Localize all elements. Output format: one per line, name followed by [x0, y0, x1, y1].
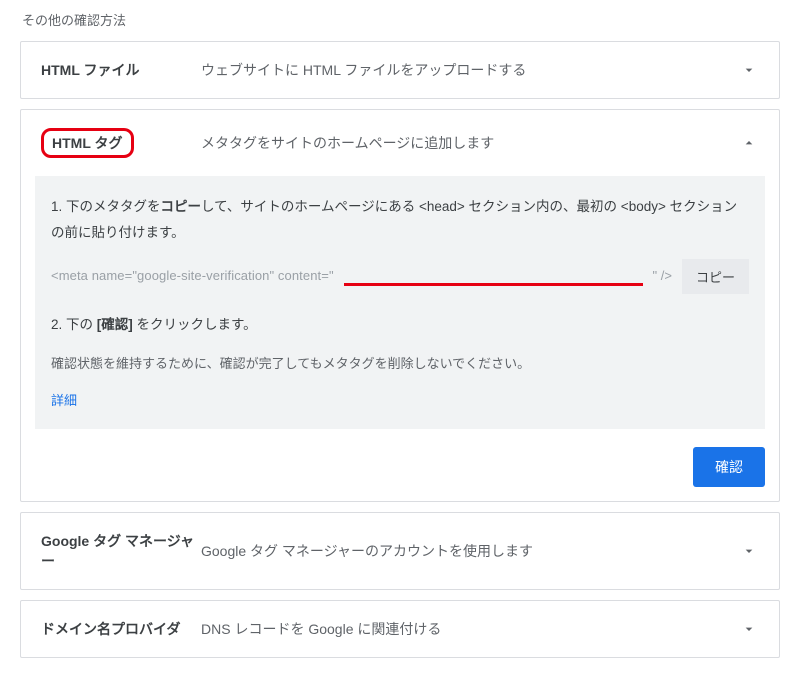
step2-text-a: 2. 下の	[51, 317, 97, 332]
details-link[interactable]: 詳細	[51, 389, 749, 414]
chevron-up-icon	[739, 133, 759, 153]
confirm-row: 確認	[21, 443, 779, 501]
panel-header-html-file[interactable]: HTML ファイル ウェブサイトに HTML ファイルをアップロードする	[21, 42, 779, 98]
panel-title: HTML ファイル	[41, 60, 201, 80]
step-1: 1. 下のメタタグをコピーして、サイトのホームページにある <head> セクシ…	[51, 194, 749, 245]
note-text: 確認状態を維持するために、確認が完了してもメタタグを削除しないでください。	[51, 352, 749, 377]
redline-icon	[344, 283, 643, 286]
panel-tag-manager: Google タグ マネージャー Google タグ マネージャーのアカウントを…	[20, 512, 780, 590]
panel-header-dns-provider[interactable]: ドメイン名プロバイダ DNS レコードを Google に関連付ける	[21, 601, 779, 657]
panel-body-html-tag: 1. 下のメタタグをコピーして、サイトのホームページにある <head> セクシ…	[35, 176, 765, 429]
panel-desc: ウェブサイトに HTML ファイルをアップロードする	[201, 60, 739, 80]
panel-dns-provider: ドメイン名プロバイダ DNS レコードを Google に関連付ける	[20, 600, 780, 658]
chevron-down-icon	[739, 541, 759, 561]
copy-button[interactable]: コピー	[682, 259, 749, 294]
panel-html-file: HTML ファイル ウェブサイトに HTML ファイルをアップロードする	[20, 41, 780, 99]
code-row: <meta name="google-site-verification" co…	[51, 259, 749, 294]
chevron-down-icon	[739, 60, 759, 80]
panel-desc: DNS レコードを Google に関連付ける	[201, 619, 739, 639]
chevron-down-icon	[739, 619, 759, 639]
code-open: <meta name="google-site-verification" co…	[51, 264, 334, 289]
step2-text-b: をクリックします。	[133, 317, 257, 332]
panel-title: Google タグ マネージャー	[41, 531, 201, 571]
panel-desc: メタタグをサイトのホームページに追加します	[201, 133, 739, 153]
step2-bold: [確認]	[97, 317, 133, 332]
step1-bold: コピー	[161, 199, 202, 214]
section-label: その他の確認方法	[20, 10, 780, 29]
code-close: " />	[653, 264, 672, 289]
panel-title: HTML タグ	[52, 135, 123, 151]
confirm-button[interactable]: 確認	[693, 447, 765, 487]
step-2: 2. 下の [確認] をクリックします。	[51, 312, 749, 338]
highlight-box: HTML タグ	[41, 128, 134, 158]
panel-title: ドメイン名プロバイダ	[41, 619, 201, 639]
panel-header-html-tag[interactable]: HTML タグ メタタグをサイトのホームページに追加します	[21, 110, 779, 176]
step1-text-a: 1. 下のメタタグを	[51, 199, 161, 214]
redacted-content	[344, 268, 643, 286]
panel-html-tag: HTML タグ メタタグをサイトのホームページに追加します 1. 下のメタタグを…	[20, 109, 780, 502]
panel-header-tag-manager[interactable]: Google タグ マネージャー Google タグ マネージャーのアカウントを…	[21, 513, 779, 589]
panel-desc: Google タグ マネージャーのアカウントを使用します	[201, 541, 739, 561]
